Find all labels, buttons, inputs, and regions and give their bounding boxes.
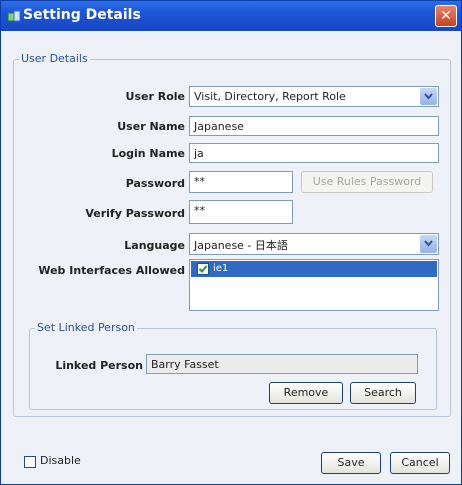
user-details-group-label: User Details [19, 52, 90, 65]
user-role-select[interactable]: Visit, Directory, Report Role [189, 86, 439, 107]
language-value: Japanese - 日本語 [194, 239, 288, 252]
password-label: Password [125, 177, 185, 190]
use-rules-password-label: Use Rules Password [312, 175, 422, 188]
user-name-label: User Name [117, 120, 185, 133]
disable-label: Disable [40, 454, 81, 467]
linked-person-group-label: Set Linked Person [35, 321, 137, 334]
close-button[interactable]: ✕ [435, 5, 457, 27]
verify-password-value: ** [194, 204, 205, 217]
language-select[interactable]: Japanese - 日本語 [189, 233, 439, 255]
login-name-value: ja [194, 147, 204, 160]
linked-person-label: Linked Person [55, 359, 143, 372]
login-name-field[interactable]: ja [189, 143, 439, 163]
search-button[interactable]: Search [350, 382, 416, 404]
verify-password-label: Verify Password [85, 207, 185, 220]
cancel-button-label: Cancel [401, 456, 439, 469]
cancel-button[interactable]: Cancel [390, 452, 450, 474]
chevron-down-icon[interactable] [420, 88, 437, 105]
save-button-label: Save [337, 456, 365, 469]
use-rules-password-button[interactable]: Use Rules Password [301, 171, 433, 193]
save-button[interactable]: Save [321, 452, 381, 474]
disable-checkbox[interactable] [24, 456, 36, 468]
web-interface-item-label: ie1 [213, 263, 229, 274]
user-role-label: User Role [125, 90, 185, 103]
list-item[interactable]: ie1 [191, 261, 437, 277]
user-name-value: Japanese [194, 120, 244, 133]
search-button-label: Search [364, 386, 402, 399]
title-bar[interactable]: Setting Details ✕ [1, 1, 461, 31]
linked-person-field: Barry Fasset [146, 354, 418, 374]
password-value: ** [194, 175, 205, 188]
verify-password-field[interactable]: ** [189, 200, 293, 224]
remove-button-label: Remove [283, 386, 329, 399]
web-interfaces-list[interactable]: ie1 [189, 259, 439, 311]
user-name-field[interactable]: Japanese [189, 116, 439, 136]
remove-button[interactable]: Remove [269, 382, 343, 404]
checkbox-checked-icon[interactable] [197, 263, 209, 275]
linked-person-value: Barry Fasset [151, 358, 219, 371]
user-role-value: Visit, Directory, Report Role [194, 90, 346, 103]
login-name-label: Login Name [111, 147, 185, 160]
setting-details-dialog: Setting Details ✕ User Details User Role… [0, 0, 462, 485]
language-label: Language [124, 239, 185, 252]
window-title: Setting Details [23, 7, 141, 23]
web-interfaces-label: Web Interfaces Allowed [38, 264, 185, 277]
close-icon: ✕ [440, 8, 452, 24]
app-icon [7, 9, 21, 23]
password-field[interactable]: ** [189, 171, 293, 193]
chevron-down-icon[interactable] [420, 235, 437, 253]
